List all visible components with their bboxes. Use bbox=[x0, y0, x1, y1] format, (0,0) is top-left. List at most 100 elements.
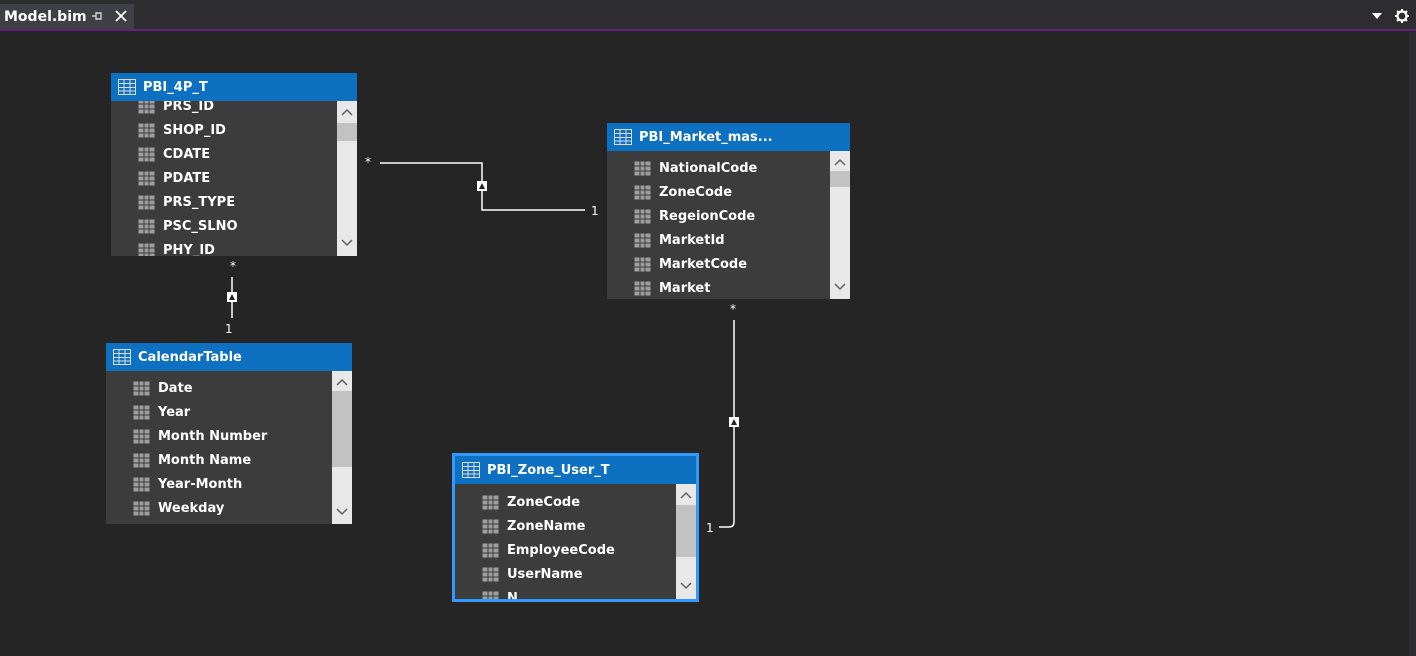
column-icon bbox=[138, 243, 155, 256]
scroll-down-icon[interactable] bbox=[680, 582, 692, 590]
column-icon bbox=[634, 209, 651, 223]
table-grid-icon bbox=[614, 129, 632, 145]
column-row[interactable]: PRS_ID bbox=[111, 101, 337, 118]
column-row[interactable]: PSC_SLNO bbox=[111, 214, 337, 238]
column-icon bbox=[482, 519, 499, 533]
cardinality-many: * bbox=[730, 302, 736, 316]
column-name: EmployeeCode bbox=[507, 542, 615, 558]
scroll-down-icon[interactable] bbox=[336, 508, 348, 516]
cardinality-one: 1 bbox=[591, 204, 599, 218]
column-name: Market bbox=[659, 280, 711, 296]
table-header[interactable]: PBI_Zone_User_T bbox=[455, 456, 696, 484]
column-name: Year bbox=[158, 404, 191, 420]
scroll-thumb[interactable] bbox=[332, 391, 352, 467]
column-row[interactable]: ZoneName bbox=[455, 514, 676, 538]
column-icon bbox=[138, 171, 155, 185]
column-icon bbox=[138, 147, 155, 161]
vertical-scrollbar[interactable] bbox=[830, 151, 850, 299]
column-icon bbox=[133, 381, 150, 395]
column-row[interactable]: PDATE bbox=[111, 166, 337, 190]
relationship-market-zone[interactable] bbox=[719, 320, 739, 528]
scroll-up-icon[interactable] bbox=[680, 491, 692, 499]
scroll-thumb[interactable] bbox=[337, 123, 357, 141]
column-name: Date bbox=[158, 380, 193, 396]
scroll-down-icon[interactable] bbox=[834, 283, 846, 291]
column-row[interactable]: Market bbox=[607, 276, 830, 299]
cardinality-one: 1 bbox=[706, 521, 714, 535]
column-name: UserName bbox=[507, 566, 583, 582]
column-icon bbox=[138, 219, 155, 233]
column-row[interactable]: MarketId bbox=[607, 228, 830, 252]
column-name: PDATE bbox=[163, 170, 211, 186]
table-pbi-zone-user-t[interactable]: PBI_Zone_User_T ZoneCode ZoneName Employ… bbox=[452, 453, 699, 602]
column-name: SHOP_ID bbox=[163, 122, 226, 138]
column-row[interactable]: CDATE bbox=[111, 142, 337, 166]
column-name: Month Number bbox=[158, 428, 268, 444]
column-name: ZoneCode bbox=[659, 184, 733, 200]
table-header[interactable]: PBI_4P_T bbox=[111, 73, 357, 101]
relationship-4p-calendar[interactable] bbox=[227, 277, 237, 318]
column-name: Month Name bbox=[158, 452, 252, 468]
scroll-up-icon[interactable] bbox=[341, 108, 353, 116]
table-grid-icon bbox=[118, 79, 136, 95]
column-row[interactable]: NationalCode bbox=[607, 156, 830, 180]
column-icon bbox=[482, 495, 499, 509]
column-icon bbox=[634, 281, 651, 295]
column-icon bbox=[133, 405, 150, 419]
column-row[interactable]: Month Number bbox=[106, 424, 332, 448]
column-name: RegeionCode bbox=[659, 208, 756, 224]
cardinality-one: 1 bbox=[225, 322, 233, 336]
column-icon bbox=[634, 185, 651, 199]
column-row[interactable]: RegeionCode bbox=[607, 204, 830, 228]
cardinality-many: * bbox=[365, 155, 371, 169]
column-row[interactable]: PRS_TYPE bbox=[111, 190, 337, 214]
column-icon bbox=[133, 501, 150, 515]
table-header[interactable]: CalendarTable bbox=[106, 343, 352, 371]
column-icon bbox=[482, 543, 499, 557]
scroll-thumb[interactable] bbox=[830, 171, 850, 187]
scroll-down-icon[interactable] bbox=[341, 239, 353, 247]
column-row[interactable]: Year-Month bbox=[106, 472, 332, 496]
column-row[interactable]: Weekday bbox=[106, 496, 332, 520]
column-row[interactable]: EmployeeCode bbox=[455, 538, 676, 562]
column-name: ZoneCode bbox=[507, 494, 581, 510]
table-title: PBI_4P_T bbox=[143, 79, 208, 95]
column-row[interactable]: ZoneCode bbox=[455, 490, 676, 514]
column-name: PSC_SLNO bbox=[163, 218, 238, 234]
column-row[interactable]: SHOP_ID bbox=[111, 118, 337, 142]
column-row[interactable]: Year bbox=[106, 400, 332, 424]
column-name: PRS_TYPE bbox=[163, 194, 236, 210]
column-name: PRS_ID bbox=[163, 101, 215, 114]
column-row[interactable]: UserName bbox=[455, 562, 676, 586]
vertical-scrollbar[interactable] bbox=[676, 484, 696, 599]
scroll-up-icon[interactable] bbox=[834, 158, 846, 166]
table-title: PBI_Zone_User_T bbox=[487, 462, 610, 478]
column-icon bbox=[634, 233, 651, 247]
vertical-scrollbar[interactable] bbox=[332, 371, 352, 524]
column-row[interactable]: ZoneCode bbox=[607, 180, 830, 204]
column-icon bbox=[482, 591, 499, 599]
column-icon bbox=[138, 195, 155, 209]
column-name: Weekday bbox=[158, 500, 225, 516]
table-header[interactable]: PBI_Market_mas... bbox=[607, 123, 850, 151]
column-name: ZoneName bbox=[507, 518, 586, 534]
vertical-scrollbar[interactable] bbox=[337, 101, 357, 256]
column-row[interactable]: N bbox=[455, 586, 676, 599]
cardinality-many: * bbox=[230, 259, 236, 273]
scroll-up-icon[interactable] bbox=[336, 378, 348, 386]
table-pbi-market-master[interactable]: PBI_Market_mas... NationalCode ZoneCode … bbox=[607, 123, 850, 299]
table-calendartable[interactable]: CalendarTable Date Year Month Number Mon… bbox=[106, 343, 352, 524]
column-row[interactable]: MarketCode bbox=[607, 252, 830, 276]
column-icon bbox=[133, 453, 150, 467]
table-title: PBI_Market_mas... bbox=[639, 129, 773, 145]
table-grid-icon bbox=[462, 462, 480, 478]
relationship-4p-market[interactable] bbox=[380, 162, 585, 211]
column-name: PHY_ID bbox=[163, 242, 215, 257]
column-name: NationalCode bbox=[659, 160, 758, 176]
column-row[interactable]: PHY_ID bbox=[111, 238, 337, 256]
column-row[interactable]: Date bbox=[106, 376, 332, 400]
scroll-thumb[interactable] bbox=[676, 505, 696, 557]
column-name: Year-Month bbox=[158, 476, 243, 492]
table-pbi-4p-t[interactable]: PBI_4P_T PRS_ID SHOP_ID CDATE PDATE PRS_… bbox=[111, 73, 357, 256]
column-row[interactable]: Month Name bbox=[106, 448, 332, 472]
